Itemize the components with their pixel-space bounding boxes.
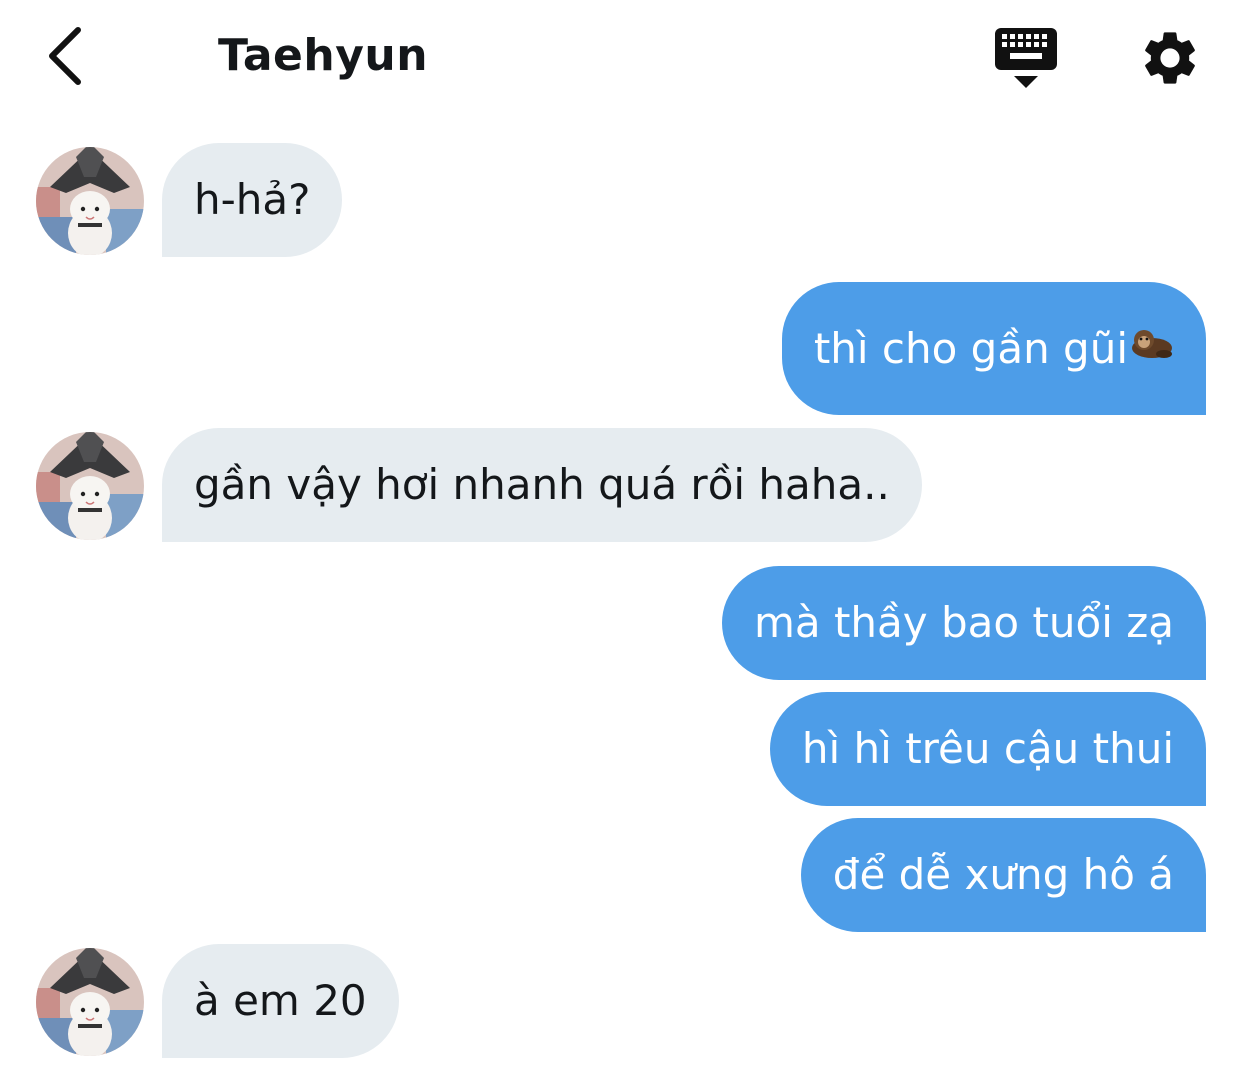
message-text: để dễ xưng hô á [832, 850, 1174, 899]
message-bubble-outgoing[interactable]: hì hì trêu cậu thui [769, 692, 1206, 806]
message-text: mà thầy bao tuổi zạ [753, 598, 1174, 647]
cat-avatar-icon [36, 432, 144, 540]
message-bubble-outgoing[interactable]: để dễ xưng hô á [800, 818, 1206, 932]
message-text: à em 20 [194, 976, 367, 1025]
cat-avatar-icon [36, 147, 144, 255]
message-bubble-incoming[interactable]: h-hả? [162, 143, 343, 257]
keyboard-toggle-button[interactable] [992, 26, 1060, 90]
back-button[interactable] [40, 24, 96, 88]
message-bubble-incoming[interactable]: gần vậy hơi nhanh quá rồi haha.. [162, 428, 922, 542]
gear-icon [1145, 32, 1195, 84]
message-bubble-outgoing[interactable]: thì cho gần gũi [781, 281, 1206, 415]
avatar[interactable] [36, 147, 144, 255]
cat-avatar-icon [36, 948, 144, 1056]
message-bubble-outgoing[interactable]: mà thầy bao tuổi zạ [721, 566, 1206, 680]
avatar[interactable] [36, 432, 144, 540]
message-text: gần vậy hơi nhanh quá rồi haha.. [194, 460, 890, 509]
otter-emoji-icon [1130, 281, 1174, 414]
settings-button[interactable] [1138, 26, 1202, 90]
conversation-title: Taehyun [218, 30, 429, 81]
chevron-left-icon [49, 27, 81, 85]
avatar[interactable] [36, 948, 144, 1056]
message-text: thì cho gần gũi [813, 324, 1128, 373]
chat-header: Taehyun [0, 0, 1242, 115]
message-text: hì hì trêu cậu thui [801, 724, 1174, 773]
keyboard-icon [995, 28, 1057, 88]
message-text: h-hả? [194, 175, 311, 224]
message-bubble-incoming[interactable]: à em 20 [162, 944, 399, 1058]
